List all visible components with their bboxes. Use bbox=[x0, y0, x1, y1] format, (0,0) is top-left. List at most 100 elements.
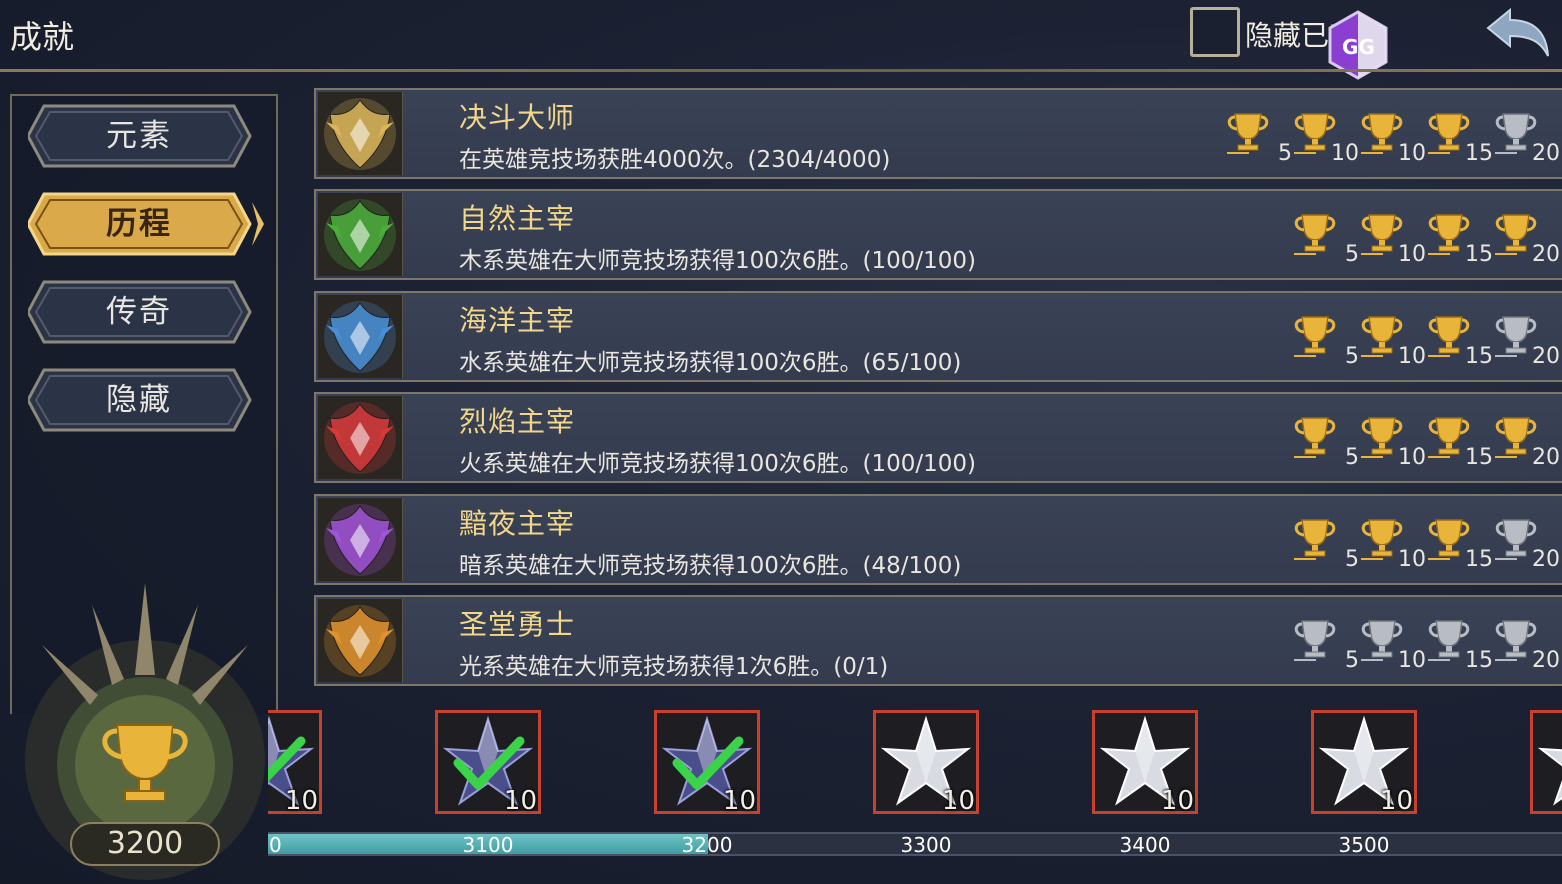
achievement-emblem-icon bbox=[318, 498, 403, 581]
category-tab-label: 隐藏 bbox=[106, 382, 172, 418]
category-tab-label: 历程 bbox=[106, 206, 172, 242]
tier-points: 20 bbox=[1532, 242, 1560, 267]
milestone-reward[interactable]: 10 bbox=[654, 710, 760, 816]
gold-trophy-icon: 15 bbox=[1426, 516, 1493, 572]
milestone-points-label: 3100 bbox=[462, 833, 514, 857]
tier-points: 10 bbox=[1398, 242, 1426, 267]
gold-trophy-icon: 5 bbox=[1292, 313, 1359, 369]
page-title: 成就 bbox=[10, 18, 75, 56]
achievement-name: 烈焰主宰 bbox=[459, 405, 576, 438]
reward-quantity: 10 bbox=[722, 786, 756, 816]
achievement-description: 光系英雄在大师竞技场获得1次6胜。(0/1) bbox=[459, 654, 889, 680]
silver-trophy-icon: 20 bbox=[1493, 110, 1560, 166]
gold-trophy-icon: 20 bbox=[1493, 414, 1560, 470]
achievement-emblem-icon bbox=[318, 295, 403, 378]
category-tab-3[interactable]: 隐藏 bbox=[28, 368, 252, 432]
top-bar: 成就 隐藏已完成 GG bbox=[0, 0, 1562, 80]
tier-points: 15 bbox=[1465, 648, 1493, 673]
achievement-description: 在英雄竞技场获胜4000次。(2304/4000) bbox=[459, 147, 891, 173]
tier-points: 5 bbox=[1278, 141, 1292, 166]
gold-trophy-icon: 15 bbox=[1426, 211, 1493, 267]
silver-trophy-icon: 5 bbox=[1292, 617, 1359, 673]
milestone-reward[interactable]: 10 bbox=[1092, 710, 1198, 816]
category-tab-2[interactable]: 传奇 bbox=[28, 280, 252, 344]
tier-points: 20 bbox=[1532, 648, 1560, 673]
hide-completed-checkbox[interactable] bbox=[1190, 7, 1240, 57]
total-points-badge: 3200 bbox=[70, 822, 220, 866]
tier-points: 15 bbox=[1465, 547, 1493, 572]
reward-quantity: 10 bbox=[941, 786, 975, 816]
achievement-name: 自然主宰 bbox=[459, 202, 576, 235]
milestone-reward[interactable]: 10 bbox=[1311, 710, 1417, 816]
tier-trophies: 5 10 10 15 20 bbox=[1225, 110, 1560, 166]
tier-points: 10 bbox=[1398, 141, 1426, 166]
gold-trophy-icon: 15 bbox=[1426, 110, 1493, 166]
tier-points: 10 bbox=[1398, 648, 1426, 673]
milestone-reward[interactable] bbox=[1530, 710, 1562, 814]
achievement-row[interactable]: 海洋主宰水系英雄在大师竞技场获得100次6胜。(65/100) 5 10 15 20 bbox=[314, 291, 1562, 382]
tier-trophies: 5 10 15 20 bbox=[1292, 516, 1560, 572]
gg-overlay-text: GG bbox=[1342, 35, 1375, 59]
crystal-star-icon bbox=[1537, 747, 1562, 806]
gold-trophy-icon: 5 bbox=[1292, 516, 1359, 572]
tier-points: 20 bbox=[1532, 141, 1560, 166]
achievement-row[interactable]: 圣堂勇士光系英雄在大师竞技场获得1次6胜。(0/1) 5 10 15 20 bbox=[314, 595, 1562, 686]
category-tab-label: 元素 bbox=[106, 118, 172, 154]
achievement-name: 海洋主宰 bbox=[459, 304, 576, 337]
back-arrow-icon[interactable] bbox=[1482, 6, 1552, 62]
milestone-reward[interactable]: 10 bbox=[268, 710, 322, 816]
achievement-description: 水系英雄在大师竞技场获得100次6胜。(65/100) bbox=[459, 350, 962, 376]
milestone-points-label: 3200 bbox=[681, 833, 733, 857]
tier-points: 10 bbox=[1398, 547, 1426, 572]
achievement-emblem-icon bbox=[318, 193, 403, 276]
silver-trophy-icon: 20 bbox=[1493, 516, 1560, 572]
achievement-row[interactable]: 黯夜主宰 暗系英雄在大师竞技场获得100次6胜。(48/100) 5 10 15 20 bbox=[314, 494, 1562, 585]
gold-trophy-icon: 10 bbox=[1292, 110, 1359, 166]
tier-points: 15 bbox=[1465, 242, 1493, 267]
tier-trophies: 5 10 15 20 bbox=[1292, 414, 1560, 470]
silver-trophy-icon: 15 bbox=[1426, 617, 1493, 673]
tier-points: 5 bbox=[1345, 242, 1359, 267]
milestone-points-label: 3400 bbox=[1119, 833, 1171, 857]
tier-trophies: 5 10 15 20 bbox=[1292, 313, 1560, 369]
silver-trophy-icon: 20 bbox=[1493, 617, 1560, 673]
tier-points: 5 bbox=[1345, 344, 1359, 369]
category-tab-1[interactable]: 历程 bbox=[28, 192, 264, 256]
milestone-points-label: 3500 bbox=[1338, 833, 1390, 857]
gold-trophy-icon: 5 bbox=[1292, 414, 1359, 470]
milestone-reward[interactable]: 10 bbox=[435, 710, 541, 816]
achievement-description: 木系英雄在大师竞技场获得100次6胜。(100/100) bbox=[459, 248, 977, 274]
tier-points: 10 bbox=[1398, 344, 1426, 369]
tier-points: 20 bbox=[1532, 445, 1560, 470]
milestone-points-label: 00 bbox=[268, 833, 282, 857]
achievement-name: 圣堂勇士 bbox=[459, 608, 576, 641]
gold-trophy-icon: 5 bbox=[1292, 211, 1359, 267]
gold-trophy-icon: 10 bbox=[1359, 414, 1426, 470]
tier-trophies: 5 10 15 20 bbox=[1292, 617, 1560, 673]
category-tab-label: 传奇 bbox=[106, 294, 172, 330]
gold-trophy-icon: 10 bbox=[1359, 110, 1426, 166]
achievement-row[interactable]: 烈焰主宰 火系英雄在大师竞技场获得100次6胜。(100/100) 5 10 15 20 bbox=[314, 392, 1562, 483]
gold-trophy-icon: 10 bbox=[1359, 313, 1426, 369]
tier-points: 10 bbox=[1331, 141, 1359, 166]
tier-points: 15 bbox=[1465, 344, 1493, 369]
reward-quantity: 10 bbox=[1379, 786, 1413, 816]
achievement-row[interactable]: 自然主宰木系英雄在大师竞技场获得100次6胜。(100/100) 5 10 15 20 bbox=[314, 189, 1562, 280]
achievement-emblem-icon bbox=[318, 396, 403, 479]
tier-points: 10 bbox=[1398, 445, 1426, 470]
tier-points: 5 bbox=[1345, 547, 1359, 572]
gold-trophy-icon: 20 bbox=[1493, 211, 1560, 267]
silver-trophy-icon: 20 bbox=[1493, 313, 1560, 369]
gold-trophy-icon: 5 bbox=[1225, 110, 1292, 166]
silver-trophy-icon: 10 bbox=[1359, 617, 1426, 673]
category-tab-0[interactable]: 元素 bbox=[28, 104, 252, 168]
gold-trophy-icon: 15 bbox=[1426, 414, 1493, 470]
achievement-description: 暗系英雄在大师竞技场获得100次6胜。(48/100) bbox=[459, 553, 962, 579]
achievement-row[interactable]: 决斗大师 在英雄竞技场获胜4000次。(2304/4000) 5 10 10 15 20 bbox=[314, 88, 1562, 179]
gold-trophy-icon: 10 bbox=[1359, 516, 1426, 572]
reward-quantity: 10 bbox=[503, 786, 537, 816]
reward-frame bbox=[1530, 710, 1562, 814]
milestone-reward[interactable]: 10 bbox=[873, 710, 979, 816]
tier-points: 5 bbox=[1345, 445, 1359, 470]
tier-points: 20 bbox=[1532, 344, 1560, 369]
